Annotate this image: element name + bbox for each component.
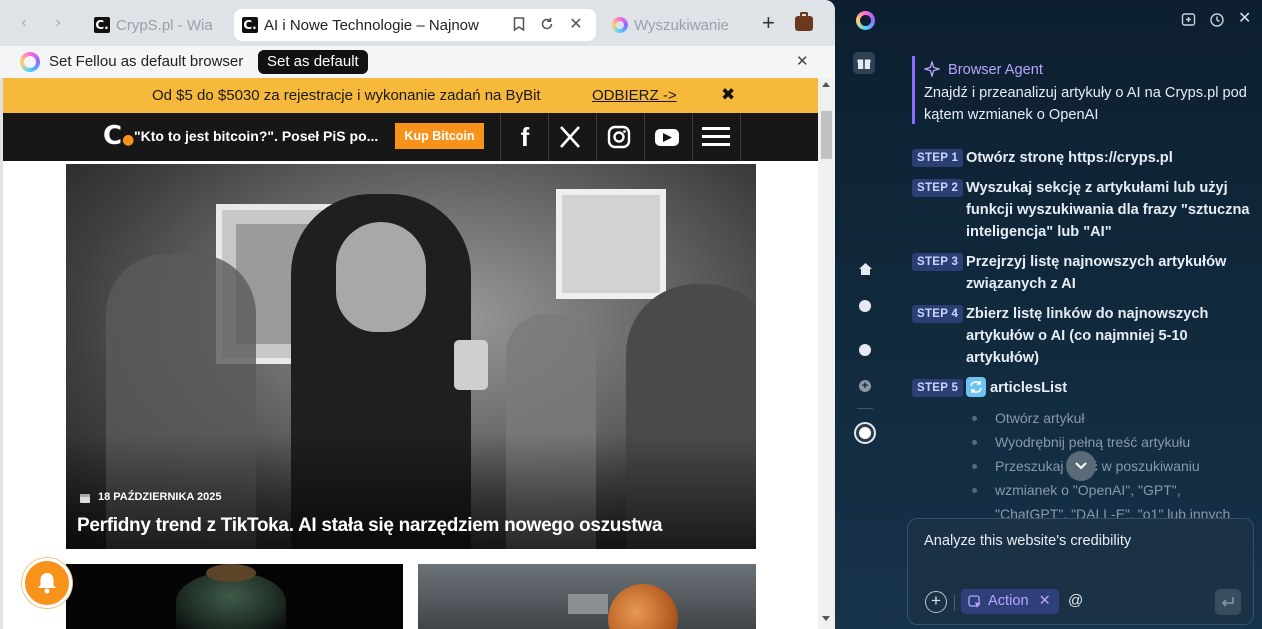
- cryps-logo-icon[interactable]: C●: [103, 122, 134, 154]
- action-chip[interactable]: Action ✕: [961, 589, 1059, 614]
- hero-title[interactable]: Perfidny trend z TikToka. AI stała się n…: [77, 514, 747, 538]
- default-browser-text: Set Fellou as default browser: [49, 53, 244, 70]
- sub-step: Wyodrębnij pełną treść artykułu: [971, 430, 1190, 454]
- briefcase-icon[interactable]: [795, 12, 813, 31]
- sub-step: Przeszukaj treść w poszukiwaniu: [972, 454, 1200, 478]
- timeline-current-dot[interactable]: [856, 424, 874, 442]
- scroll-down-icon[interactable]: [822, 616, 830, 621]
- promo-text: Od $5 do $5030 za rejestracje i wykonani…: [152, 87, 541, 104]
- step-text: Przejrzyj listę najnowszych artykułów zw…: [966, 254, 1227, 292]
- hero-article-image[interactable]: 18 PAŹDZIERNIKA 2025 Perfidny trend z Ti…: [66, 164, 756, 549]
- mention-icon[interactable]: @: [1068, 591, 1083, 611]
- article-card-image[interactable]: [66, 564, 403, 629]
- tab-ai-technologie[interactable]: C. AI i Nowe Technologie – Najnow ✕: [234, 9, 596, 41]
- remove-action-icon[interactable]: ✕: [1039, 593, 1051, 609]
- promo-banner: Od $5 do $5030 za rejestracje i wykonani…: [3, 78, 818, 113]
- forward-icon[interactable]: ›: [50, 15, 66, 31]
- buy-bitcoin-button[interactable]: Kup Bitcoin: [395, 123, 484, 149]
- step-badge: STEP 1: [912, 149, 964, 167]
- nav-headline[interactable]: "Kto to jest bitcoin?". Poseł PiS po...: [134, 127, 378, 145]
- sub-step: Otwórz artykuł: [971, 406, 1084, 430]
- hero-date: 18 PAŹDZIERNIKA 2025: [98, 491, 222, 503]
- loop-icon: [966, 377, 986, 397]
- step-badge: STEP 5: [912, 379, 964, 397]
- add-attachment-icon[interactable]: +: [925, 591, 947, 613]
- scroll-down-button[interactable]: [1066, 451, 1096, 481]
- gift-icon[interactable]: [853, 52, 875, 74]
- scroll-up-icon[interactable]: [822, 82, 830, 87]
- step-text: articlesList: [990, 380, 1068, 396]
- reload-icon[interactable]: [539, 17, 555, 33]
- default-browser-bar: Set Fellou as default browser Set as def…: [0, 46, 835, 78]
- set-default-button[interactable]: Set as default: [258, 50, 368, 74]
- tab-bar: ‹ › C. CrypS.pl - Wia C. AI i Nowe Techn…: [0, 0, 835, 46]
- send-button[interactable]: [1215, 589, 1241, 615]
- chat-input-text[interactable]: Analyze this website's credibility: [924, 532, 1131, 550]
- timeline-dot[interactable]: [859, 344, 871, 356]
- sparkle-icon: [922, 59, 942, 82]
- cryps-favicon-icon: C.: [94, 17, 110, 33]
- x-icon[interactable]: [558, 125, 582, 154]
- home-icon[interactable]: [859, 262, 872, 280]
- cryps-favicon-icon: C.: [242, 17, 258, 33]
- history-icon[interactable]: [1209, 12, 1225, 33]
- tab-search[interactable]: Wyszukiwanie: [604, 9, 746, 41]
- instagram-icon[interactable]: [607, 125, 631, 154]
- site-navbar: C● "Kto to jest bitcoin?". Poseł PiS po.…: [3, 113, 818, 161]
- sub-step-continued: wzmianek o "OpenAI", "GPT",: [972, 478, 1181, 502]
- step-badge: STEP 3: [912, 253, 964, 271]
- calendar-icon: [79, 491, 91, 509]
- step-text: Zbierz listę linków do najnowszych artyk…: [966, 306, 1209, 366]
- close-tab-icon[interactable]: ✕: [568, 17, 584, 33]
- browser-window: ‹ › C. CrypS.pl - Wia C. AI i Nowe Techn…: [0, 0, 835, 629]
- close-panel-icon[interactable]: ✕: [1238, 10, 1251, 28]
- page-content: 18 PAŹDZIERNIKA 2025 Perfidny trend z Ti…: [3, 161, 818, 629]
- agent-label: Browser Agent: [948, 62, 1043, 78]
- action-chip-label: Action: [988, 593, 1029, 609]
- bookmark-icon[interactable]: [511, 17, 527, 33]
- timeline-add-icon[interactable]: +: [859, 380, 871, 392]
- article-card-image[interactable]: [418, 564, 756, 629]
- agent-task: Znajdź i przeanalizuj artykuły o AI na C…: [924, 85, 1247, 123]
- scroll-thumb[interactable]: [821, 111, 832, 159]
- tab-title: Wyszukiwanie: [634, 17, 729, 34]
- sub-step-continued: "ChatGPT", "DALL-E", "o1" lub innych: [995, 502, 1230, 518]
- fellou-logo-icon[interactable]: [856, 11, 875, 30]
- close-default-bar-icon[interactable]: ✕: [796, 53, 809, 71]
- chat-input-box[interactable]: Analyze this website's credibility + Act…: [907, 518, 1254, 625]
- step-badge: STEP 4: [912, 305, 964, 323]
- fellou-favicon-icon: [612, 17, 628, 33]
- agent-panel: ✕ + Browser Agent Znajdź i przeanalizuj …: [835, 0, 1262, 629]
- facebook-icon[interactable]: f: [512, 123, 538, 151]
- close-promo-icon[interactable]: ✖: [721, 86, 735, 104]
- notification-bell-button[interactable]: [22, 558, 72, 608]
- timeline-dot[interactable]: [859, 300, 871, 312]
- back-icon[interactable]: ‹: [16, 15, 32, 31]
- youtube-icon[interactable]: [655, 129, 679, 146]
- page-scrollbar[interactable]: [818, 78, 835, 629]
- fellou-logo-icon: [20, 52, 40, 72]
- tab-title: CrypS.pl - Wia: [116, 17, 213, 34]
- step-badge: STEP 2: [912, 179, 964, 197]
- step-text: Wyszukaj sekcję z artykułami lub użyj fu…: [966, 180, 1250, 240]
- new-tab-icon[interactable]: +: [762, 12, 775, 34]
- step-text: Otwórz stronę https://cryps.pl: [966, 150, 1173, 166]
- tab-title: AI i Nowe Technologie – Najnow: [264, 17, 479, 34]
- new-chat-icon[interactable]: [1181, 12, 1197, 33]
- tab-cryps-home[interactable]: C. CrypS.pl - Wia: [86, 9, 228, 41]
- promo-claim-link[interactable]: ODBIERZ ->: [592, 87, 677, 105]
- hamburger-menu-icon[interactable]: [702, 127, 730, 147]
